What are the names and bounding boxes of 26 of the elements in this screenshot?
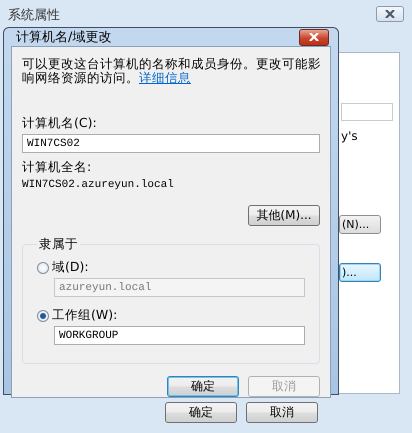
- dialog-title: 计算机名/域更改: [15, 29, 112, 46]
- close-icon: [384, 10, 396, 18]
- dialog-button[interactable]: 取消: [246, 402, 318, 423]
- details-link[interactable]: 详细信息: [139, 70, 191, 85]
- dialog-button[interactable]: 确定: [167, 376, 239, 397]
- description-text: 可以更改这台计算机的名称和成员身份。更改可能影响网络资源的访问。详细信息: [22, 57, 322, 85]
- field-label: 计算机全名:: [22, 159, 92, 176]
- field-label: 计算机名(C):: [22, 115, 98, 132]
- radio-label[interactable]: 域(D):: [52, 259, 89, 276]
- input-field[interactable]: [341, 103, 393, 121]
- full-name-text: WIN7CS02.azureyun.local: [22, 179, 175, 191]
- computer-name-field[interactable]: WIN7CS02: [22, 134, 320, 153]
- panel-button[interactable]: (N)...: [339, 215, 381, 234]
- dialog-button[interactable]: 确定: [165, 402, 237, 423]
- group-title: 隶属于: [38, 236, 79, 253]
- close-button[interactable]: [376, 6, 404, 22]
- close-icon: [308, 33, 320, 41]
- input-field[interactable]: WORKGROUP: [54, 326, 305, 345]
- close-button[interactable]: [299, 28, 329, 46]
- panel-button[interactable]: )...: [339, 263, 381, 282]
- radio-button[interactable]: [37, 310, 49, 322]
- more-button[interactable]: 其他(M)...: [248, 205, 320, 226]
- panel-text: y's: [341, 129, 358, 143]
- radio-button[interactable]: [37, 262, 49, 274]
- radio-label[interactable]: 工作组(W):: [52, 307, 118, 324]
- window-title: 系统属性: [8, 7, 60, 24]
